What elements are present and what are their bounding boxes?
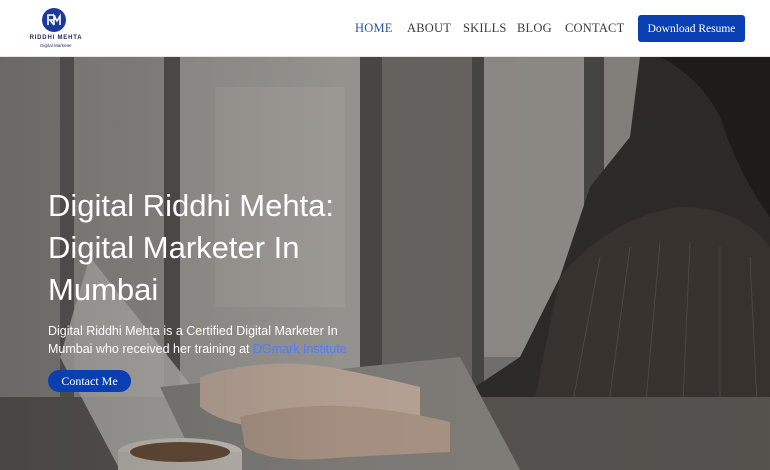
nav-item-about[interactable]: ABOUT	[407, 21, 451, 36]
nav-item-contact[interactable]: CONTACT	[565, 21, 624, 36]
nav-item-blog[interactable]: BLOG	[517, 21, 552, 36]
site-header: RIDDHI MEHTA Digital Marketer HOME ABOUT…	[0, 0, 770, 57]
dgmark-institute-link[interactable]: DGmark Institute	[253, 342, 347, 356]
hero-title: Digital Riddhi Mehta: Digital Marketer I…	[48, 188, 335, 307]
hero-description: Digital Riddhi Mehta is a Certified Digi…	[48, 322, 368, 358]
logo-mark-icon	[42, 8, 66, 32]
site-logo[interactable]: RIDDHI MEHTA Digital Marketer	[28, 8, 84, 50]
nav-item-home[interactable]: HOME	[355, 21, 393, 36]
logo-name: RIDDHI MEHTA	[29, 35, 83, 41]
nav-item-skills[interactable]: SKILLS	[463, 21, 507, 36]
download-resume-button[interactable]: Download Resume	[638, 15, 745, 42]
hero-section: Digital Riddhi Mehta: Digital Marketer I…	[0, 57, 770, 470]
contact-me-button[interactable]: Contact Me	[48, 370, 131, 392]
logo-tagline: Digital Marketer	[40, 43, 72, 48]
